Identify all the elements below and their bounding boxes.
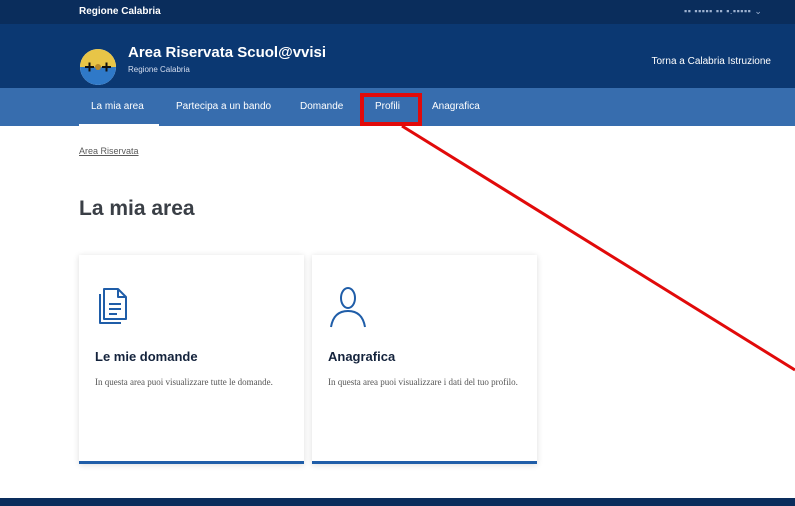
site-title[interactable]: Area Riservata Scuol@vvisi xyxy=(128,44,326,61)
slim-header: Regione Calabria ▪▪ ▪▪▪▪▪ ▪▪ ▪.▪▪▪▪▪ ⌄ xyxy=(0,0,795,24)
document-icon xyxy=(99,288,127,324)
card-anagrafica[interactable]: Anagrafica In questa area puoi visualizz… xyxy=(312,255,537,464)
nav-item-partecipa-a-un-bando[interactable]: Partecipa a un bando xyxy=(176,101,271,112)
card-le-mie-domande[interactable]: Le mie domande In questa area puoi visua… xyxy=(79,255,304,464)
nav-item-domande[interactable]: Domande xyxy=(300,101,343,112)
breadcrumb[interactable]: Area Riservata xyxy=(79,146,139,156)
slim-header-brand[interactable]: Regione Calabria xyxy=(79,6,161,17)
site-header: Area Riservata Scuol@vvisi Regione Calab… xyxy=(0,24,795,88)
regione-calabria-logo-icon[interactable] xyxy=(79,48,117,86)
card-title: Le mie domande xyxy=(95,349,198,364)
back-to-calabria-istruzione-link[interactable]: Torna a Calabria Istruzione xyxy=(651,56,771,67)
site-subtitle: Regione Calabria xyxy=(128,65,190,74)
footer-bar xyxy=(0,498,795,506)
user-icon xyxy=(330,287,366,328)
card-description: In questa area puoi visualizzare i dati … xyxy=(328,377,518,387)
nav-item-anagrafica[interactable]: Anagrafica xyxy=(432,101,480,112)
nav-active-indicator xyxy=(79,124,159,126)
profili-highlight-box xyxy=(360,93,422,126)
user-menu[interactable]: ▪▪ ▪▪▪▪▪ ▪▪ ▪.▪▪▪▪▪ ⌄ xyxy=(684,6,762,17)
card-title: Anagrafica xyxy=(328,349,396,364)
card-description: In questa area puoi visualizzare tutte l… xyxy=(95,377,273,387)
page-title: La mia area xyxy=(79,197,195,220)
nav-item-la-mia-area[interactable]: La mia area xyxy=(91,101,144,112)
